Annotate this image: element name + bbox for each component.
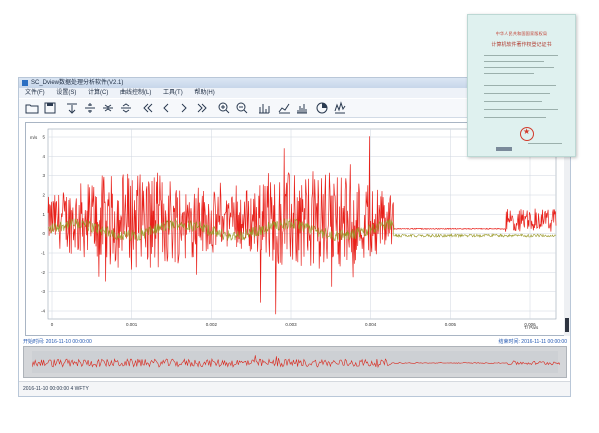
y-tick-label: -3 [41,289,45,294]
scrollbar-thumb[interactable] [565,318,569,332]
x-tick-label: 0.001 [126,322,138,327]
copyright-certificate-image: 中华人民共和国国家版权局 计算机软件著作权登记证书 [467,14,576,157]
y-tick-label: -4 [41,309,45,314]
x-tick-label: 0.004 [365,322,377,327]
y-tick-label: 0 [42,231,45,236]
save-icon[interactable] [43,101,57,115]
certificate-seal [520,127,534,141]
y-tick-label: 1 [42,212,45,217]
align-top-icon[interactable] [65,101,79,115]
open-folder-icon[interactable] [25,101,39,115]
overview-trace [31,355,561,369]
spectrum-icon[interactable] [295,101,309,115]
last-icon[interactable] [195,101,209,115]
pie-chart-icon[interactable] [315,101,329,115]
line-chart-icon[interactable] [277,101,291,115]
menu-help[interactable]: 帮助(H) [194,88,214,98]
first-icon[interactable] [141,101,155,115]
x-tick-label: 0.003 [285,322,297,327]
menu-tools[interactable]: 工具(T) [163,88,183,98]
menu-file[interactable]: 文件(F) [25,88,45,98]
peak-icon[interactable] [333,101,347,115]
status-bar: 2016-11-10 00:00:00 4 WFTY [19,381,570,396]
x-unit-label: T/ Pa/s [524,325,539,330]
y-tick-label: -2 [41,270,45,275]
align-middle-icon[interactable] [83,101,97,115]
next-icon[interactable] [177,101,191,115]
certificate-title: 计算机软件著作权登记证书 [491,42,552,48]
y-tick-label: 4 [42,154,45,159]
zoom-in-icon[interactable] [217,101,231,115]
status-text: 2016-11-10 00:00:00 4 WFTY [23,386,89,392]
x-tick-label: 0 [51,322,54,327]
x-tick-label: 0.005 [445,322,457,327]
menu-settings[interactable]: 设置(S) [56,88,76,98]
end-time: 结束时间: 2016-11-11 00:00:00 [498,339,567,345]
collapse-icon[interactable] [101,101,115,115]
y-tick-label: 2 [42,193,45,198]
overview-navigator[interactable] [23,346,567,378]
expand-icon[interactable] [119,101,133,115]
menu-curve-control[interactable]: 曲线控制(L) [120,88,151,98]
overview-chart [31,355,561,369]
time-range-bar: 开始时间: 2016-11-10 00:00:00 结束时间: 2016-11-… [23,338,567,346]
certificate-header: 中华人民共和国国家版权局 [495,31,548,36]
start-time: 开始时间: 2016-11-10 00:00:00 [23,339,92,345]
app-icon [22,80,28,86]
prev-icon[interactable] [159,101,173,115]
menu-compute[interactable]: 计算(C) [88,88,108,98]
bar-chart-icon[interactable] [257,101,271,115]
y-tick-label: -1 [41,251,45,256]
y-tick-label: 5 [42,135,45,140]
y-tick-label: 3 [42,173,45,178]
x-tick-label: 0.002 [206,322,218,327]
overview-track[interactable] [31,351,561,373]
y-unit-label: m/s [30,135,38,140]
window-title: SC_Dview数据处理分析软件(V2.1) [31,80,124,86]
certificate-stamp-bar [496,147,512,151]
zoom-out-icon[interactable] [235,101,249,115]
